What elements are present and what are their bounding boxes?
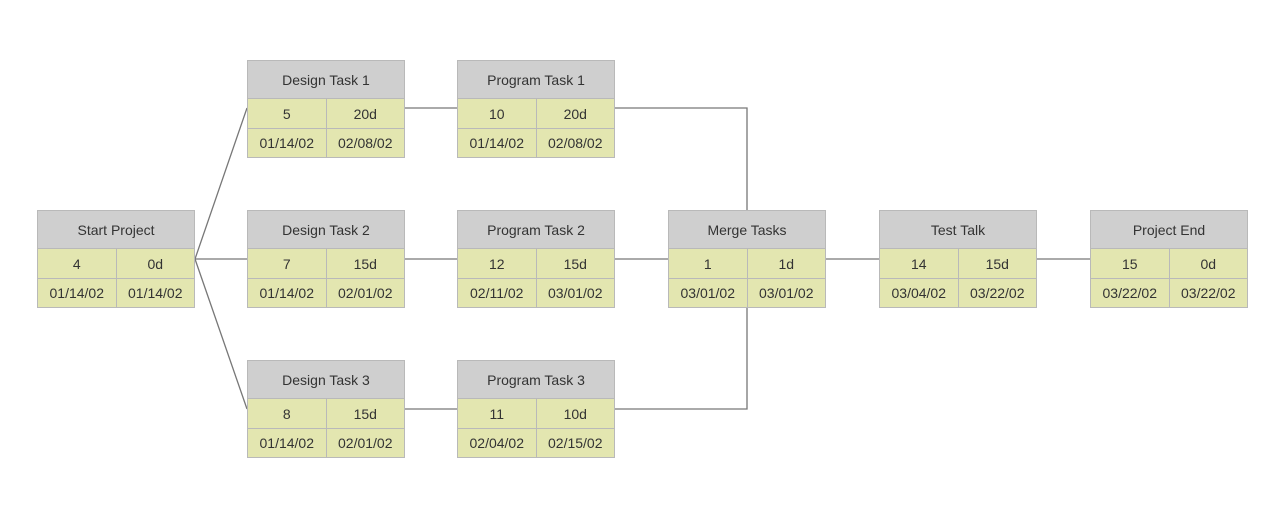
task-id: 8	[282, 405, 291, 422]
task-finish-date: 03/01/02	[746, 279, 826, 307]
task-finish-date: 02/15/02	[535, 429, 615, 457]
task-start-date: 03/22/02	[1102, 285, 1158, 301]
task-start-date: 02/04/02	[469, 435, 525, 451]
task-start-date: 03/01/02	[680, 285, 736, 301]
task-title: Design Task 2	[248, 211, 404, 249]
task-duration: 15d	[957, 249, 1037, 278]
pert-diagram: Start Project 4 0d 01/14/02 01/14/02 Des…	[0, 0, 1278, 516]
task-title: Start Project	[38, 211, 194, 249]
task-finish-date: 03/01/02	[535, 279, 615, 307]
task-duration: 20d	[535, 99, 615, 128]
task-id: 12	[488, 255, 505, 272]
task-finish-date: 02/08/02	[535, 129, 615, 157]
task-id: 14	[910, 255, 927, 272]
task-finish-date: 02/01/02	[325, 429, 405, 457]
task-duration: 0d	[1168, 249, 1248, 278]
task-finish-date: 02/08/02	[325, 129, 405, 157]
task-node-design-task-3[interactable]: Design Task 3 8 15d 01/14/02 02/01/02	[247, 360, 405, 458]
task-title: Test Talk	[880, 211, 1036, 249]
task-title: Program Task 3	[458, 361, 614, 399]
task-node-program-task-2[interactable]: Program Task 2 12 15d 02/11/02 03/01/02	[457, 210, 615, 308]
task-duration: 1d	[746, 249, 826, 278]
task-duration: 15d	[325, 399, 405, 428]
task-title: Design Task 3	[248, 361, 404, 399]
task-start-date: 01/14/02	[259, 285, 315, 301]
task-id: 7	[282, 255, 291, 272]
task-node-design-task-1[interactable]: Design Task 1 5 20d 01/14/02 02/08/02	[247, 60, 405, 158]
task-title: Program Task 1	[458, 61, 614, 99]
task-id: 5	[282, 105, 291, 122]
task-start-date: 02/11/02	[470, 285, 524, 301]
task-node-merge-tasks[interactable]: Merge Tasks 1 1d 03/01/02 03/01/02	[668, 210, 826, 308]
task-start-date: 03/04/02	[891, 285, 947, 301]
link-program1-merge	[615, 107, 748, 210]
link-program3-merge	[615, 308, 748, 410]
task-node-test-talk[interactable]: Test Talk 14 15d 03/04/02 03/22/02	[879, 210, 1037, 308]
task-start-date: 01/14/02	[259, 435, 315, 451]
task-node-start-project[interactable]: Start Project 4 0d 01/14/02 01/14/02	[37, 210, 195, 308]
task-id: 4	[72, 255, 81, 272]
task-finish-date: 01/14/02	[115, 279, 195, 307]
task-duration: 0d	[115, 249, 195, 278]
task-node-program-task-1[interactable]: Program Task 1 10 20d 01/14/02 02/08/02	[457, 60, 615, 158]
task-finish-date: 02/01/02	[325, 279, 405, 307]
task-node-program-task-3[interactable]: Program Task 3 11 10d 02/04/02 02/15/02	[457, 360, 615, 458]
task-duration: 15d	[535, 249, 615, 278]
task-node-design-task-2[interactable]: Design Task 2 7 15d 01/14/02 02/01/02	[247, 210, 405, 308]
link-start-design3	[194, 258, 248, 410]
task-duration: 15d	[325, 249, 405, 278]
task-title: Project End	[1091, 211, 1247, 249]
task-start-date: 01/14/02	[259, 135, 315, 151]
task-start-date: 01/14/02	[49, 285, 105, 301]
task-node-project-end[interactable]: Project End 15 0d 03/22/02 03/22/02	[1090, 210, 1248, 308]
task-id: 11	[489, 405, 505, 422]
task-duration: 10d	[535, 399, 615, 428]
task-id: 15	[1121, 255, 1138, 272]
task-title: Program Task 2	[458, 211, 614, 249]
task-finish-date: 03/22/02	[957, 279, 1037, 307]
task-id: 1	[703, 255, 712, 272]
link-start-design1	[194, 107, 248, 260]
task-duration: 20d	[325, 99, 405, 128]
task-finish-date: 03/22/02	[1168, 279, 1248, 307]
task-title: Merge Tasks	[669, 211, 825, 249]
task-title: Design Task 1	[248, 61, 404, 99]
task-start-date: 01/14/02	[469, 135, 525, 151]
task-id: 10	[488, 105, 505, 122]
